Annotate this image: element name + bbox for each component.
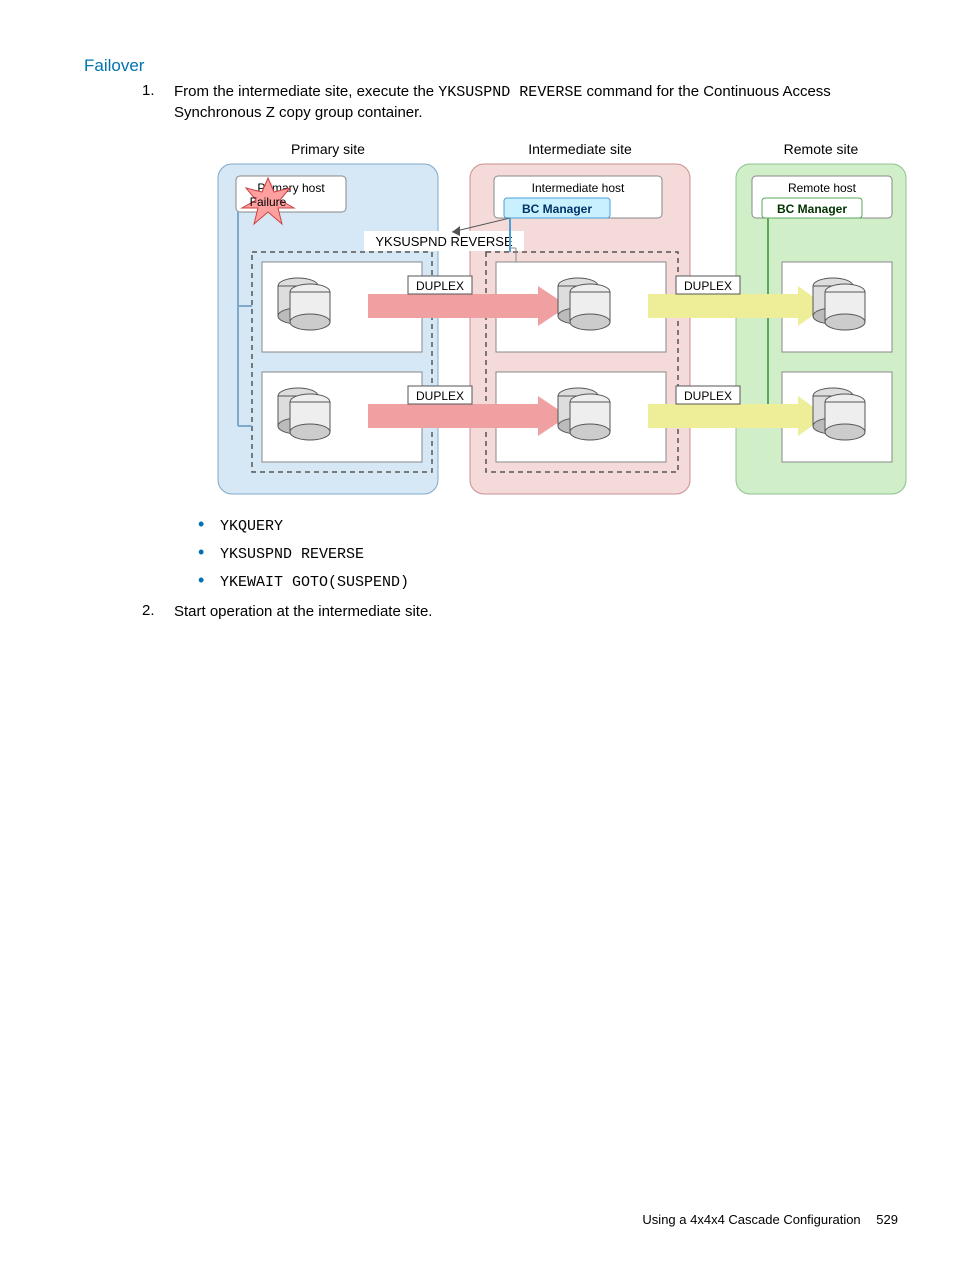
bc-manager-intermediate: BC Manager — [522, 202, 592, 216]
bc-manager-remote: BC Manager — [777, 202, 847, 216]
command-bullet-3: YKEWAIT GOTO(SUSPEND) — [198, 568, 908, 596]
step-2-text: Start operation at the intermediate site… — [174, 603, 432, 620]
remote-site-label: Remote site — [784, 141, 859, 157]
command-bullet-1: YKQUERY — [198, 512, 908, 540]
footer-label: Using a 4x4x4 Cascade Configuration — [642, 1212, 860, 1227]
duplex-label-4: DUPLEX — [684, 389, 732, 403]
command-text: YKSUSPND REVERSE — [220, 546, 364, 563]
duplex-label-1: DUPLEX — [416, 279, 464, 293]
intermediate-host-label: Intermediate host — [532, 181, 625, 195]
page-footer: Using a 4x4x4 Cascade Configuration 529 — [642, 1212, 898, 1227]
architecture-diagram: Primary site Intermediate site Remote si… — [208, 136, 908, 502]
intermediate-site-label: Intermediate site — [528, 141, 632, 157]
step-number: 2. — [142, 602, 174, 622]
command-text: YKEWAIT GOTO(SUSPEND) — [220, 574, 409, 591]
page-number: 529 — [876, 1212, 898, 1227]
step-2: 2. Start operation at the intermediate s… — [142, 602, 894, 622]
command-bullet-2: YKSUSPND REVERSE — [198, 540, 908, 568]
duplex-label-2: DUPLEX — [684, 279, 732, 293]
step-1-command: YKSUSPND REVERSE — [438, 84, 582, 101]
yksuspnd-reverse-label: YKSUSPND REVERSE — [375, 234, 513, 249]
step-1: 1. From the intermediate site, execute t… — [142, 82, 894, 598]
step-number: 1. — [142, 82, 174, 598]
remote-host-label: Remote host — [788, 181, 857, 195]
step-1-text-pre: From the intermediate site, execute the — [174, 83, 438, 100]
failure-label: Failure — [250, 195, 287, 209]
primary-site-label: Primary site — [291, 141, 365, 157]
section-heading: Failover — [84, 56, 894, 76]
duplex-label-3: DUPLEX — [416, 389, 464, 403]
command-text: YKQUERY — [220, 518, 283, 535]
